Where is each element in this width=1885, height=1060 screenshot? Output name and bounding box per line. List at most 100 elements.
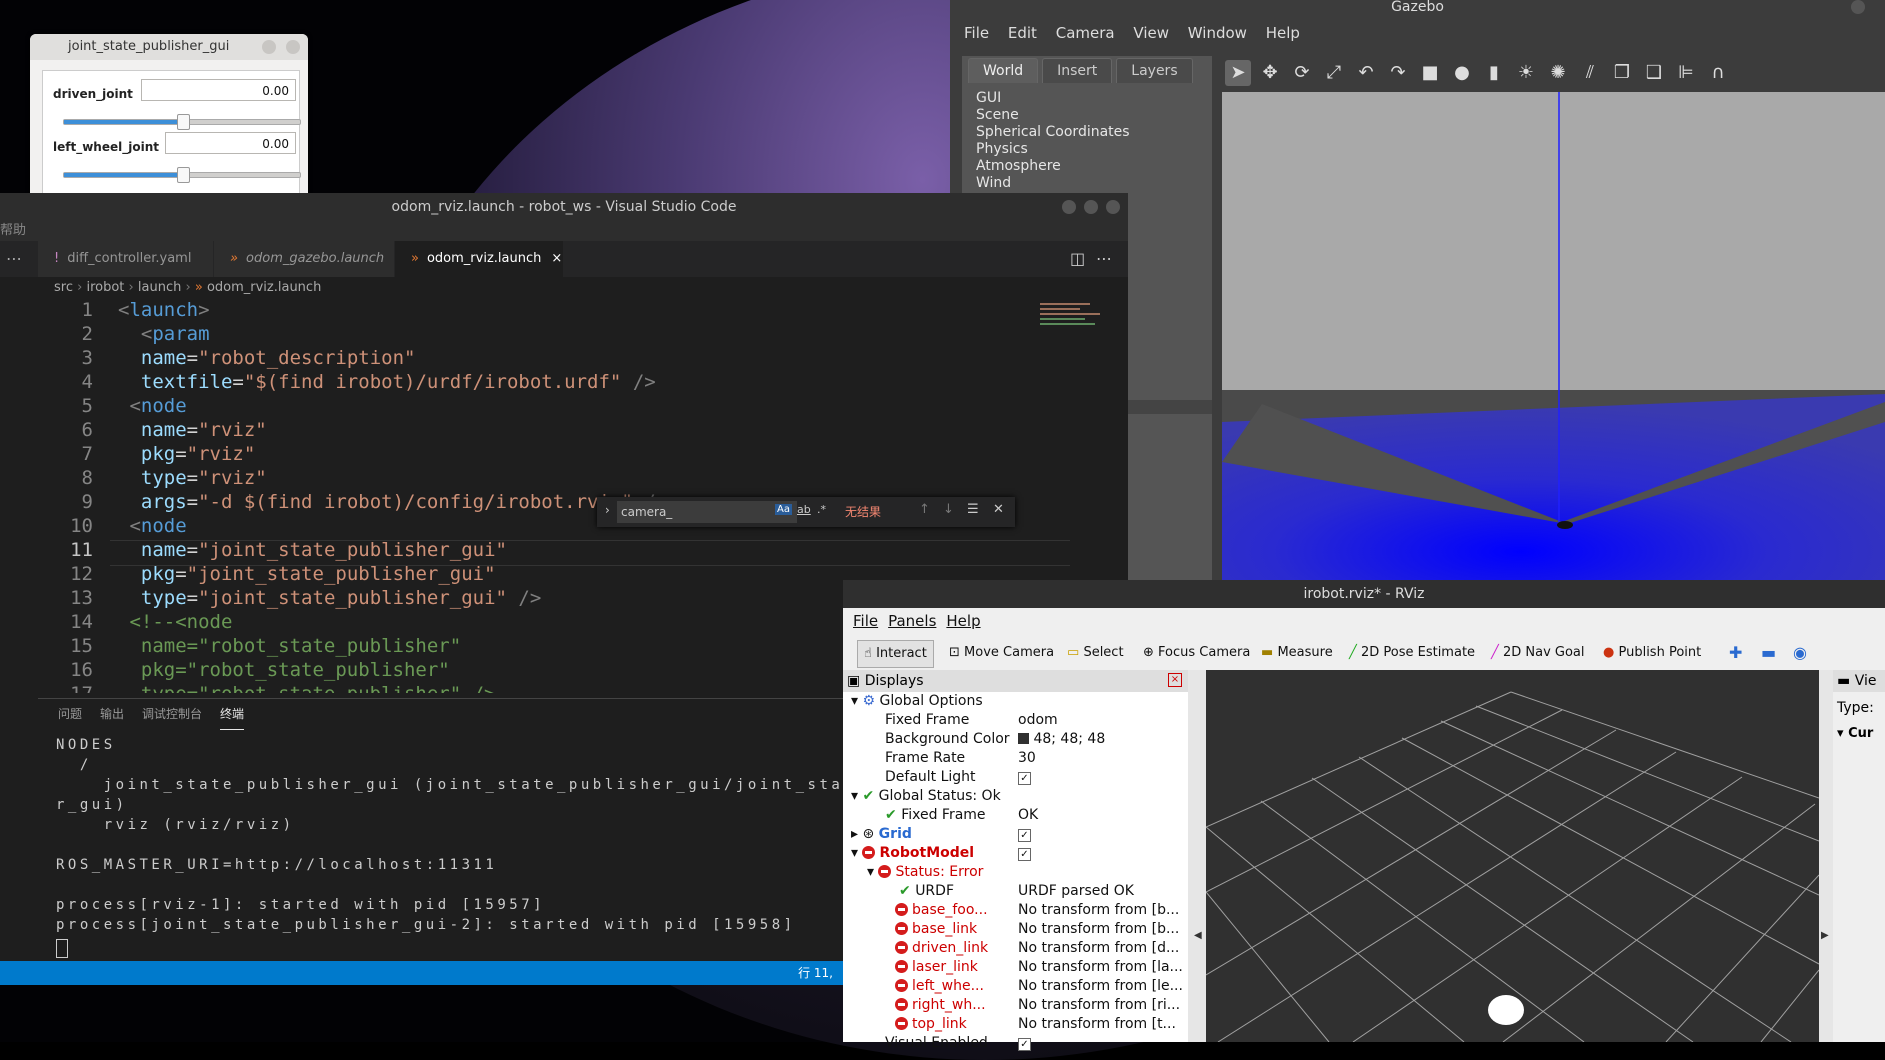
add-tool-icon[interactable]: ✚ xyxy=(1723,640,1748,666)
row-urdf[interactable]: ✔ URDF URDF parsed OK xyxy=(843,882,1188,901)
tab-world[interactable]: World xyxy=(968,58,1039,83)
tab-layers[interactable]: Layers xyxy=(1116,58,1193,83)
rviz-3d-view[interactable] xyxy=(1206,670,1819,1042)
tab-odom-rviz[interactable]: » odom_rviz.launch × xyxy=(395,241,564,277)
tree-item-physics[interactable]: Physics xyxy=(976,141,1130,158)
snap-icon[interactable]: ∩ xyxy=(1705,60,1731,86)
rotate-icon[interactable]: ⟳ xyxy=(1289,60,1315,86)
cylinder-icon[interactable]: ▮ xyxy=(1481,60,1507,86)
align-icon[interactable]: ⊫ xyxy=(1673,60,1699,86)
checkbox[interactable]: ✓ xyxy=(1018,772,1031,785)
checkbox[interactable]: ✓ xyxy=(1018,848,1031,861)
tab-terminal[interactable]: 终端 xyxy=(220,699,245,730)
vscode-minimize-icon[interactable] xyxy=(1062,200,1076,214)
row-link-status[interactable]: laser_link No transform from [la... xyxy=(843,958,1188,977)
collapse-right-icon[interactable]: ▶ xyxy=(1821,930,1829,941)
spot-light-icon[interactable]: ✺ xyxy=(1545,60,1571,86)
slider-left-wheel[interactable] xyxy=(63,167,301,183)
regex-icon[interactable]: .* xyxy=(817,503,826,516)
row-value[interactable]: 48; 48; 48 xyxy=(1033,731,1105,747)
row-link-status[interactable]: right_wh... No transform from [ri... xyxy=(843,996,1188,1015)
row-fixed-frame[interactable]: Fixed Frame odom xyxy=(843,711,1188,730)
cursor-position[interactable]: 行 11, xyxy=(798,961,833,985)
more-actions-icon[interactable]: ⋯ xyxy=(6,241,22,277)
row-link-status[interactable]: left_whe... No transform from [le... xyxy=(843,977,1188,996)
tree-item-atmosphere[interactable]: Atmosphere xyxy=(976,158,1130,175)
menu-edit[interactable]: Edit xyxy=(1008,18,1037,48)
tree-item-spherical[interactable]: Spherical Coordinates xyxy=(976,124,1130,141)
undo-icon[interactable]: ↶ xyxy=(1353,60,1379,86)
row-visual-enabled[interactable]: Visual Enabled ✓ xyxy=(843,1034,1188,1053)
split-editor-icon[interactable]: ◫ xyxy=(1070,241,1085,277)
close-panel-icon[interactable]: × xyxy=(1168,673,1182,687)
slider-driven[interactable] xyxy=(63,114,301,130)
directional-light-icon[interactable]: ⫽ xyxy=(1577,60,1603,86)
row-grid[interactable]: ▸ ⊛ Grid ✓ xyxy=(843,825,1188,844)
tool-measure[interactable]: ▬ Measure xyxy=(1255,640,1339,666)
match-case-icon[interactable]: Aa xyxy=(775,504,792,515)
previous-match-icon[interactable]: ↑ xyxy=(919,502,930,517)
panel-splitter[interactable]: ▶ xyxy=(1819,670,1833,1042)
sphere-icon[interactable]: ● xyxy=(1449,60,1475,86)
panel-splitter[interactable]: ◀ xyxy=(1188,670,1206,1042)
row-value[interactable]: 30 xyxy=(1018,749,1188,768)
tab-diff-controller[interactable]: ! diff_controller.yaml xyxy=(38,241,214,277)
tree-item-wind[interactable]: Wind xyxy=(976,175,1130,192)
menu-help-fragment[interactable]: 帮助 xyxy=(0,223,26,238)
tab-insert[interactable]: Insert xyxy=(1042,58,1113,83)
close-icon[interactable] xyxy=(286,40,300,54)
tab-problems[interactable]: 问题 xyxy=(58,699,82,729)
eye-icon[interactable]: ◉ xyxy=(1787,640,1813,666)
tree-item-scene[interactable]: Scene xyxy=(976,107,1130,124)
menu-help[interactable]: Help xyxy=(1266,18,1300,48)
vscode-close-icon[interactable] xyxy=(1106,200,1120,214)
minimize-icon[interactable] xyxy=(262,40,276,54)
joint-value-left-wheel[interactable]: 0.00 xyxy=(165,132,296,154)
remove-tool-icon[interactable]: ▬ xyxy=(1755,640,1782,666)
copy-icon[interactable]: ❐ xyxy=(1609,60,1635,86)
menu-window[interactable]: Window xyxy=(1188,18,1247,48)
tool-publish-point[interactable]: ● Publish Point xyxy=(1597,640,1707,666)
tree-item-gui[interactable]: GUI xyxy=(976,90,1130,107)
row-global-options[interactable]: ▾ ⚙ Global Options xyxy=(843,692,1188,711)
row-link-status[interactable]: base_foo... No transform from [b... xyxy=(843,901,1188,920)
crumb-file[interactable]: odom_rviz.launch xyxy=(207,280,321,295)
gazebo-3d-viewport[interactable] xyxy=(1222,92,1885,585)
checkbox[interactable]: ✓ xyxy=(1018,1038,1031,1051)
current-view-row[interactable]: ▾ Cur xyxy=(1837,726,1873,741)
minimap[interactable] xyxy=(1040,299,1112,343)
crumb-launch[interactable]: launch xyxy=(138,280,181,295)
row-frame-rate[interactable]: Frame Rate 30 xyxy=(843,749,1188,768)
row-link-status[interactable]: top_link No transform from [t... xyxy=(843,1015,1188,1034)
collapse-left-icon[interactable]: ◀ xyxy=(1194,930,1202,941)
select-arrow-icon[interactable]: ➤ xyxy=(1225,60,1251,86)
tool-focus-camera[interactable]: ⊕ Focus Camera xyxy=(1137,640,1256,666)
row-status-fixed-frame[interactable]: ✔ Fixed Frame OK xyxy=(843,806,1188,825)
tab-output[interactable]: 输出 xyxy=(100,699,124,729)
paste-icon[interactable]: ❑ xyxy=(1641,60,1667,86)
jsp-titlebar[interactable]: joint_state_publisher_gui xyxy=(30,34,308,60)
next-match-icon[interactable]: ↓ xyxy=(943,502,954,517)
close-tab-icon[interactable]: × xyxy=(551,251,562,266)
checkbox[interactable]: ✓ xyxy=(1018,829,1031,842)
row-status-error[interactable]: ▾ Status: Error xyxy=(843,863,1188,882)
row-link-status[interactable]: driven_link No transform from [d... xyxy=(843,939,1188,958)
rviz-menu-file[interactable]: File xyxy=(853,612,878,630)
row-global-status[interactable]: ▾ ✔ Global Status: Ok xyxy=(843,787,1188,806)
close-find-icon[interactable]: ✕ xyxy=(993,502,1004,517)
point-light-icon[interactable]: ☀ xyxy=(1513,60,1539,86)
tool-select[interactable]: ▭ Select xyxy=(1061,640,1130,666)
row-value[interactable]: odom xyxy=(1018,711,1188,730)
gazebo-minimize-icon[interactable] xyxy=(1851,0,1865,14)
tool-interact[interactable]: ☝ Interact xyxy=(857,640,934,668)
joint-value-driven[interactable]: 0.00 xyxy=(141,79,296,101)
crumb-irobot[interactable]: irobot xyxy=(86,280,124,295)
rviz-menu-panels[interactable]: Panels xyxy=(888,612,936,630)
redo-icon[interactable]: ↷ xyxy=(1385,60,1411,86)
editor-more-icon[interactable]: ⋯ xyxy=(1096,241,1112,277)
menu-file[interactable]: File xyxy=(964,18,989,48)
toggle-replace-icon[interactable]: › xyxy=(605,503,610,517)
find-input[interactable]: camera_ xyxy=(617,501,797,523)
row-default-light[interactable]: Default Light ✓ xyxy=(843,768,1188,787)
menu-camera[interactable]: Camera xyxy=(1056,18,1115,48)
